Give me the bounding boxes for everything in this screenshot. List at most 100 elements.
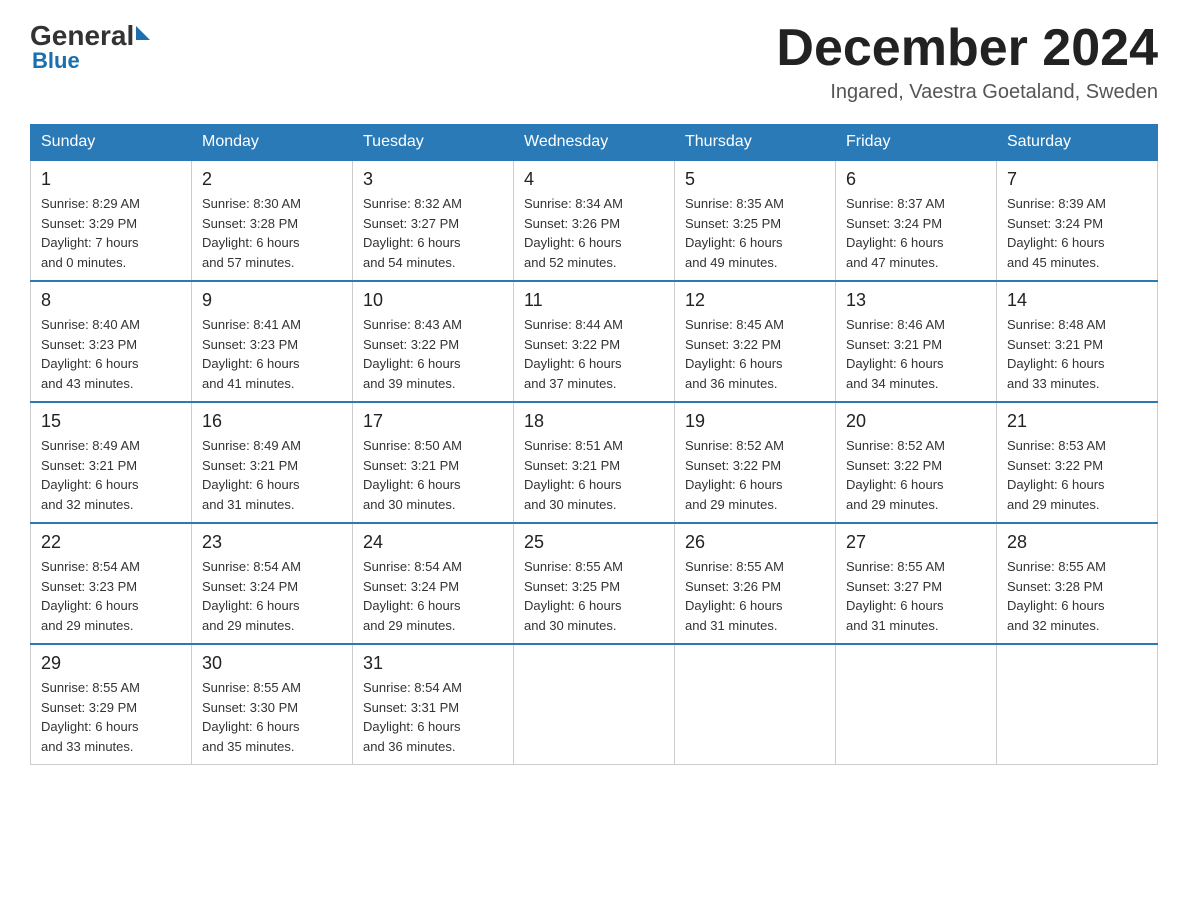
- logo: General Blue: [30, 20, 150, 74]
- title-block: December 2024 Ingared, Vaestra Goetaland…: [776, 20, 1158, 104]
- col-sunday: Sunday: [31, 125, 192, 161]
- table-row: 9 Sunrise: 8:41 AM Sunset: 3:23 PM Dayli…: [192, 281, 353, 402]
- table-row: 13 Sunrise: 8:46 AM Sunset: 3:21 PM Dayl…: [836, 281, 997, 402]
- day-info: Sunrise: 8:55 AM Sunset: 3:29 PM Dayligh…: [41, 678, 181, 756]
- table-row: 20 Sunrise: 8:52 AM Sunset: 3:22 PM Dayl…: [836, 402, 997, 523]
- table-row: 27 Sunrise: 8:55 AM Sunset: 3:27 PM Dayl…: [836, 523, 997, 644]
- day-info: Sunrise: 8:50 AM Sunset: 3:21 PM Dayligh…: [363, 436, 503, 514]
- day-info: Sunrise: 8:49 AM Sunset: 3:21 PM Dayligh…: [202, 436, 342, 514]
- day-info: Sunrise: 8:30 AM Sunset: 3:28 PM Dayligh…: [202, 194, 342, 272]
- calendar-week-row: 1 Sunrise: 8:29 AM Sunset: 3:29 PM Dayli…: [31, 160, 1158, 281]
- day-number: 18: [524, 411, 664, 432]
- table-row: 6 Sunrise: 8:37 AM Sunset: 3:24 PM Dayli…: [836, 160, 997, 281]
- day-info: Sunrise: 8:48 AM Sunset: 3:21 PM Dayligh…: [1007, 315, 1147, 393]
- day-number: 4: [524, 169, 664, 190]
- day-number: 19: [685, 411, 825, 432]
- day-number: 30: [202, 653, 342, 674]
- table-row: 2 Sunrise: 8:30 AM Sunset: 3:28 PM Dayli…: [192, 160, 353, 281]
- day-info: Sunrise: 8:54 AM Sunset: 3:24 PM Dayligh…: [363, 557, 503, 635]
- day-info: Sunrise: 8:45 AM Sunset: 3:22 PM Dayligh…: [685, 315, 825, 393]
- table-row: 19 Sunrise: 8:52 AM Sunset: 3:22 PM Dayl…: [675, 402, 836, 523]
- table-row: 26 Sunrise: 8:55 AM Sunset: 3:26 PM Dayl…: [675, 523, 836, 644]
- day-number: 2: [202, 169, 342, 190]
- day-number: 12: [685, 290, 825, 311]
- calendar-header-row: Sunday Monday Tuesday Wednesday Thursday…: [31, 125, 1158, 161]
- table-row: 31 Sunrise: 8:54 AM Sunset: 3:31 PM Dayl…: [353, 644, 514, 765]
- day-info: Sunrise: 8:39 AM Sunset: 3:24 PM Dayligh…: [1007, 194, 1147, 272]
- day-number: 21: [1007, 411, 1147, 432]
- day-info: Sunrise: 8:35 AM Sunset: 3:25 PM Dayligh…: [685, 194, 825, 272]
- table-row: [675, 644, 836, 765]
- day-number: 16: [202, 411, 342, 432]
- day-number: 14: [1007, 290, 1147, 311]
- table-row: 8 Sunrise: 8:40 AM Sunset: 3:23 PM Dayli…: [31, 281, 192, 402]
- day-number: 23: [202, 532, 342, 553]
- table-row: 15 Sunrise: 8:49 AM Sunset: 3:21 PM Dayl…: [31, 402, 192, 523]
- day-info: Sunrise: 8:32 AM Sunset: 3:27 PM Dayligh…: [363, 194, 503, 272]
- day-number: 10: [363, 290, 503, 311]
- day-info: Sunrise: 8:49 AM Sunset: 3:21 PM Dayligh…: [41, 436, 181, 514]
- calendar-week-row: 22 Sunrise: 8:54 AM Sunset: 3:23 PM Dayl…: [31, 523, 1158, 644]
- col-wednesday: Wednesday: [514, 125, 675, 161]
- table-row: 21 Sunrise: 8:53 AM Sunset: 3:22 PM Dayl…: [997, 402, 1158, 523]
- day-number: 26: [685, 532, 825, 553]
- day-number: 17: [363, 411, 503, 432]
- day-info: Sunrise: 8:34 AM Sunset: 3:26 PM Dayligh…: [524, 194, 664, 272]
- day-number: 13: [846, 290, 986, 311]
- day-info: Sunrise: 8:43 AM Sunset: 3:22 PM Dayligh…: [363, 315, 503, 393]
- location-text: Ingared, Vaestra Goetaland, Sweden: [776, 81, 1158, 104]
- day-number: 20: [846, 411, 986, 432]
- table-row: 12 Sunrise: 8:45 AM Sunset: 3:22 PM Dayl…: [675, 281, 836, 402]
- day-info: Sunrise: 8:54 AM Sunset: 3:31 PM Dayligh…: [363, 678, 503, 756]
- day-info: Sunrise: 8:55 AM Sunset: 3:25 PM Dayligh…: [524, 557, 664, 635]
- day-number: 28: [1007, 532, 1147, 553]
- day-info: Sunrise: 8:44 AM Sunset: 3:22 PM Dayligh…: [524, 315, 664, 393]
- table-row: 10 Sunrise: 8:43 AM Sunset: 3:22 PM Dayl…: [353, 281, 514, 402]
- day-number: 22: [41, 532, 181, 553]
- day-info: Sunrise: 8:55 AM Sunset: 3:26 PM Dayligh…: [685, 557, 825, 635]
- table-row: 25 Sunrise: 8:55 AM Sunset: 3:25 PM Dayl…: [514, 523, 675, 644]
- month-title: December 2024: [776, 20, 1158, 77]
- day-number: 29: [41, 653, 181, 674]
- day-number: 25: [524, 532, 664, 553]
- day-info: Sunrise: 8:52 AM Sunset: 3:22 PM Dayligh…: [685, 436, 825, 514]
- day-number: 3: [363, 169, 503, 190]
- page-header: General Blue December 2024 Ingared, Vaes…: [30, 20, 1158, 104]
- table-row: 23 Sunrise: 8:54 AM Sunset: 3:24 PM Dayl…: [192, 523, 353, 644]
- day-info: Sunrise: 8:55 AM Sunset: 3:28 PM Dayligh…: [1007, 557, 1147, 635]
- day-info: Sunrise: 8:46 AM Sunset: 3:21 PM Dayligh…: [846, 315, 986, 393]
- day-info: Sunrise: 8:55 AM Sunset: 3:27 PM Dayligh…: [846, 557, 986, 635]
- calendar-week-row: 29 Sunrise: 8:55 AM Sunset: 3:29 PM Dayl…: [31, 644, 1158, 765]
- table-row: 24 Sunrise: 8:54 AM Sunset: 3:24 PM Dayl…: [353, 523, 514, 644]
- col-tuesday: Tuesday: [353, 125, 514, 161]
- table-row: [836, 644, 997, 765]
- calendar-week-row: 15 Sunrise: 8:49 AM Sunset: 3:21 PM Dayl…: [31, 402, 1158, 523]
- day-number: 31: [363, 653, 503, 674]
- col-saturday: Saturday: [997, 125, 1158, 161]
- day-info: Sunrise: 8:53 AM Sunset: 3:22 PM Dayligh…: [1007, 436, 1147, 514]
- table-row: 16 Sunrise: 8:49 AM Sunset: 3:21 PM Dayl…: [192, 402, 353, 523]
- day-info: Sunrise: 8:41 AM Sunset: 3:23 PM Dayligh…: [202, 315, 342, 393]
- day-info: Sunrise: 8:54 AM Sunset: 3:23 PM Dayligh…: [41, 557, 181, 635]
- table-row: 30 Sunrise: 8:55 AM Sunset: 3:30 PM Dayl…: [192, 644, 353, 765]
- table-row: 18 Sunrise: 8:51 AM Sunset: 3:21 PM Dayl…: [514, 402, 675, 523]
- table-row: 3 Sunrise: 8:32 AM Sunset: 3:27 PM Dayli…: [353, 160, 514, 281]
- table-row: 22 Sunrise: 8:54 AM Sunset: 3:23 PM Dayl…: [31, 523, 192, 644]
- day-info: Sunrise: 8:55 AM Sunset: 3:30 PM Dayligh…: [202, 678, 342, 756]
- table-row: [514, 644, 675, 765]
- table-row: 14 Sunrise: 8:48 AM Sunset: 3:21 PM Dayl…: [997, 281, 1158, 402]
- day-number: 15: [41, 411, 181, 432]
- day-number: 1: [41, 169, 181, 190]
- table-row: 4 Sunrise: 8:34 AM Sunset: 3:26 PM Dayli…: [514, 160, 675, 281]
- table-row: 5 Sunrise: 8:35 AM Sunset: 3:25 PM Dayli…: [675, 160, 836, 281]
- day-number: 24: [363, 532, 503, 553]
- day-number: 6: [846, 169, 986, 190]
- table-row: [997, 644, 1158, 765]
- table-row: 17 Sunrise: 8:50 AM Sunset: 3:21 PM Dayl…: [353, 402, 514, 523]
- calendar-week-row: 8 Sunrise: 8:40 AM Sunset: 3:23 PM Dayli…: [31, 281, 1158, 402]
- day-number: 5: [685, 169, 825, 190]
- day-number: 9: [202, 290, 342, 311]
- day-number: 27: [846, 532, 986, 553]
- col-thursday: Thursday: [675, 125, 836, 161]
- day-info: Sunrise: 8:29 AM Sunset: 3:29 PM Dayligh…: [41, 194, 181, 272]
